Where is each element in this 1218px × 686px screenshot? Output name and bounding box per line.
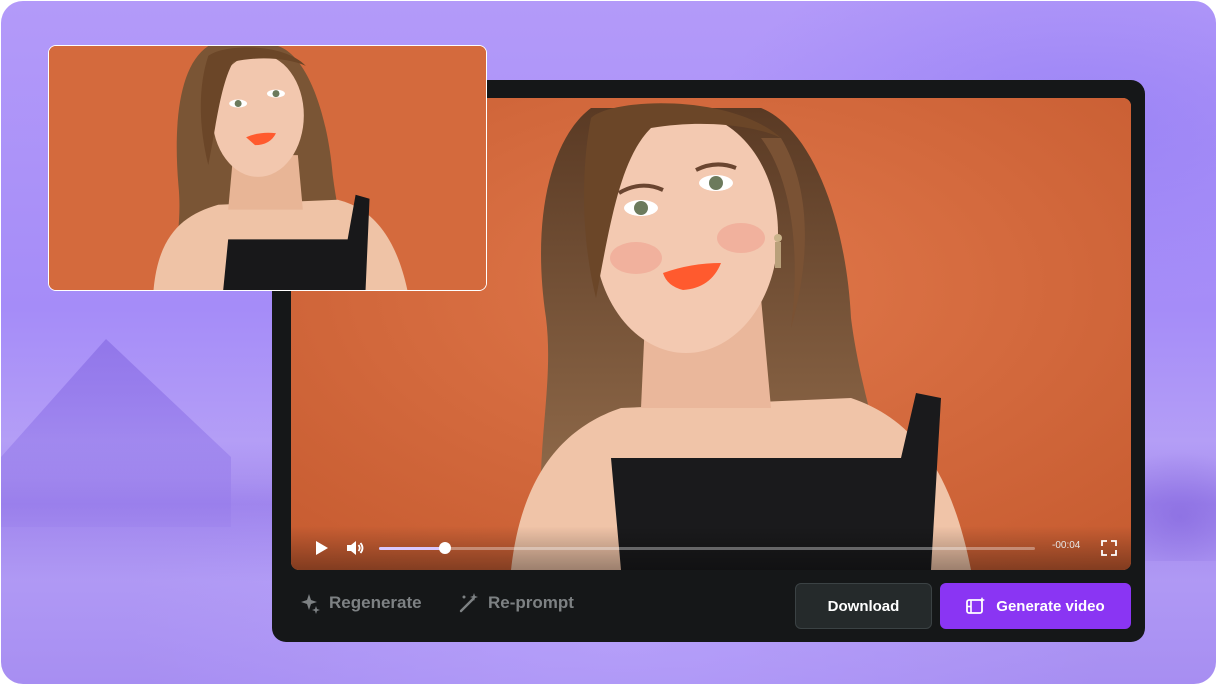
- magic-wand-icon: [459, 593, 478, 613]
- download-label: Download: [827, 597, 900, 615]
- progress-handle[interactable]: [438, 542, 451, 554]
- progress-fill: [379, 547, 445, 550]
- playback-controls: -00:04: [291, 526, 1131, 570]
- reprompt-button[interactable]: Re-prompt: [458, 588, 574, 618]
- regenerate-button[interactable]: Regenerate: [299, 588, 422, 618]
- regenerate-label: Regenerate: [329, 593, 422, 612]
- reprompt-label: Re-prompt: [488, 593, 574, 612]
- time-remaining: -00:04: [1052, 540, 1081, 551]
- fullscreen-icon[interactable]: [1099, 538, 1119, 558]
- reference-portrait: [49, 46, 486, 290]
- progress-bar[interactable]: [379, 542, 1035, 554]
- play-icon[interactable]: [311, 538, 331, 558]
- download-button[interactable]: Download: [795, 583, 932, 629]
- generate-video-label: Generate video: [996, 597, 1105, 615]
- action-toolbar: Regenerate Re-prompt Download Generate v…: [272, 580, 1145, 642]
- reference-image[interactable]: [48, 45, 487, 291]
- generate-video-button[interactable]: Generate video: [940, 583, 1131, 629]
- volume-icon[interactable]: [345, 538, 365, 558]
- sparkle-icon: [301, 594, 320, 614]
- film-sparkle-icon: [966, 597, 986, 614]
